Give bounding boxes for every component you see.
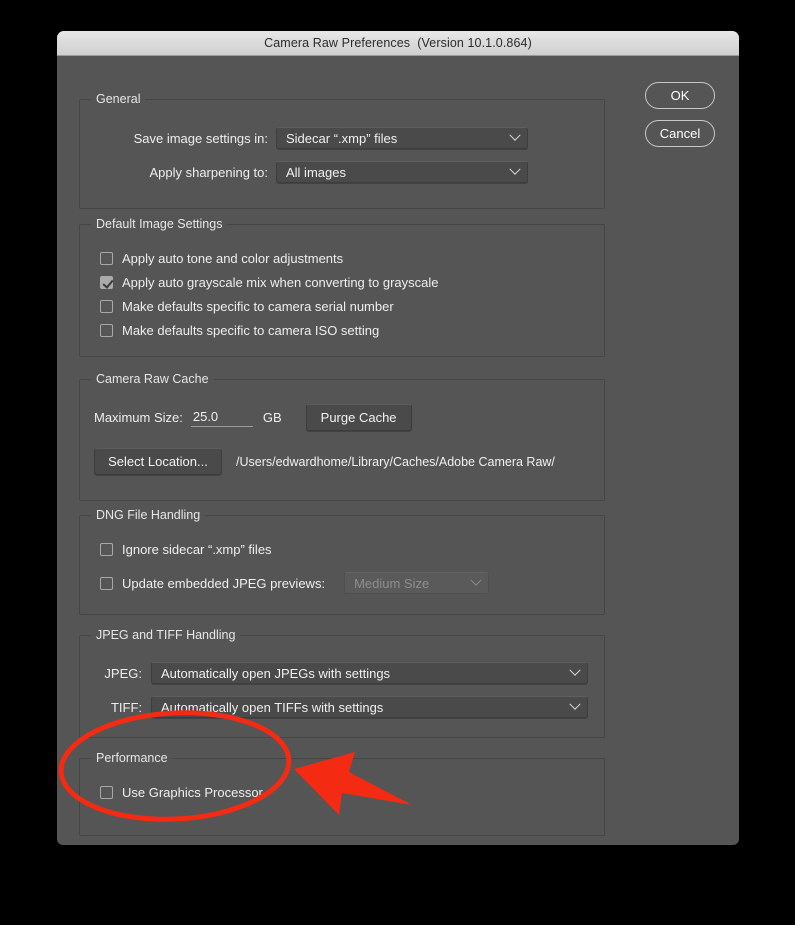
ok-button[interactable]: OK [645,82,715,109]
cache-path-text: /Users/edwardhome/Library/Caches/Adobe C… [236,454,555,469]
camera-raw-preferences-window: Camera Raw Preferences (Version 10.1.0.8… [57,31,739,845]
maximum-size-label: Maximum Size: [94,410,183,425]
checkbox-update-previews-box[interactable] [100,576,113,590]
maximum-size-value: 25.0 [192,408,219,424]
apply-sharpening-select[interactable]: All images [276,161,528,183]
checkbox-ignore-sidecar-label: Ignore sidecar “.xmp” files [122,542,272,557]
jpeg-tiff-handling-legend: JPEG and TIFF Handling [91,628,241,642]
cancel-button[interactable]: Cancel [645,120,715,147]
jpeg-tiff-handling-group: JPEG and TIFF Handling JPEG: Automatical… [79,628,605,738]
checkbox-camera-iso-label: Make defaults specific to camera ISO set… [122,323,380,338]
checkbox-camera-serial-label: Make defaults specific to camera serial … [122,299,394,314]
checkbox-use-graphics-processor-label: Use Graphics Processor [122,785,263,800]
maximum-size-row: Maximum Size: 25.0 GB Purge Cache [94,404,412,431]
preview-size-value: Medium Size [354,575,430,591]
window-title: Camera Raw Preferences (Version 10.1.0.8… [264,36,532,50]
cancel-button-label: Cancel [659,126,701,141]
purge-cache-label: Purge Cache [320,410,397,425]
chevron-down-icon [509,163,521,175]
chevron-down-icon [569,698,581,710]
ok-button-label: OK [670,88,690,103]
performance-group: Performance Use Graphics Processor [79,751,605,836]
select-location-label: Select Location... [108,454,208,469]
checkbox-auto-tone-box[interactable] [100,252,113,265]
checkbox-ignore-sidecar[interactable]: Ignore sidecar “.xmp” files [100,542,272,557]
checkbox-update-previews[interactable]: Update embedded JPEG previews: Medium Si… [100,572,490,594]
default-image-settings-group: Default Image Settings Apply auto tone a… [79,217,605,357]
apply-sharpening-row: Apply sharpening to: All images [94,161,589,183]
save-image-settings-value: Sidecar “.xmp” files [286,130,398,146]
checkbox-ignore-sidecar-box[interactable] [100,543,113,556]
checkbox-camera-iso-box[interactable] [100,324,113,337]
save-image-settings-row: Save image settings in: Sidecar “.xmp” f… [94,127,589,149]
dialog-body: OK Cancel General Save image settings in… [57,56,739,845]
checkbox-auto-grayscale[interactable]: Apply auto grayscale mix when converting… [100,275,439,290]
jpeg-label: JPEG: [104,665,142,681]
checkbox-auto-tone-label: Apply auto tone and color adjustments [122,251,344,266]
default-image-settings-legend: Default Image Settings [91,217,228,231]
camera-raw-cache-group: Camera Raw Cache Maximum Size: 25.0 GB P… [79,372,605,501]
save-image-settings-label: Save image settings in: [133,130,268,146]
performance-legend: Performance [91,751,173,765]
maximum-size-unit: GB [262,410,282,425]
jpeg-handling-select[interactable]: Automatically open JPEGs with settings [151,662,588,684]
checkbox-auto-grayscale-box[interactable] [100,276,113,289]
dng-file-handling-legend: DNG File Handling [91,508,206,522]
camera-raw-cache-legend: Camera Raw Cache [91,372,214,386]
general-legend: General [91,92,146,106]
purge-cache-button[interactable]: Purge Cache [305,404,412,431]
dng-file-handling-group: DNG File Handling Ignore sidecar “.xmp” … [79,508,605,615]
chevron-down-icon [509,129,521,141]
chevron-down-icon [569,664,581,676]
checkbox-camera-iso[interactable]: Make defaults specific to camera ISO set… [100,323,379,338]
checkbox-auto-grayscale-label: Apply auto grayscale mix when converting… [122,275,439,290]
checkbox-use-graphics-processor[interactable]: Use Graphics Processor [100,785,263,800]
checkbox-auto-tone[interactable]: Apply auto tone and color adjustments [100,251,343,266]
maximum-size-input[interactable]: 25.0 [190,408,253,427]
jpeg-handling-value: Automatically open JPEGs with settings [161,665,391,681]
jpeg-row: JPEG: Automatically open JPEGs with sett… [94,662,589,684]
checkbox-camera-serial[interactable]: Make defaults specific to camera serial … [100,299,394,314]
checkbox-camera-serial-box[interactable] [100,300,113,313]
tiff-row: TIFF: Automatically open TIFFs with sett… [94,696,589,718]
apply-sharpening-value: All images [286,164,346,180]
tiff-handling-select[interactable]: Automatically open TIFFs with settings [151,696,588,718]
checkbox-use-graphics-processor-box[interactable] [100,786,113,799]
select-location-button[interactable]: Select Location... [94,448,222,475]
apply-sharpening-label: Apply sharpening to: [149,164,268,180]
chevron-down-icon [470,574,482,586]
save-image-settings-select[interactable]: Sidecar “.xmp” files [276,127,528,149]
preview-size-select[interactable]: Medium Size [344,572,490,594]
checkbox-update-previews-label: Update embedded JPEG previews: [122,575,326,591]
general-group: General Save image settings in: Sidecar … [79,92,605,209]
window-titlebar: Camera Raw Preferences (Version 10.1.0.8… [57,31,739,56]
tiff-label: TIFF: [110,699,142,715]
select-location-row: Select Location... /Users/edwardhome/Lib… [94,448,555,475]
tiff-handling-value: Automatically open TIFFs with settings [161,699,384,715]
